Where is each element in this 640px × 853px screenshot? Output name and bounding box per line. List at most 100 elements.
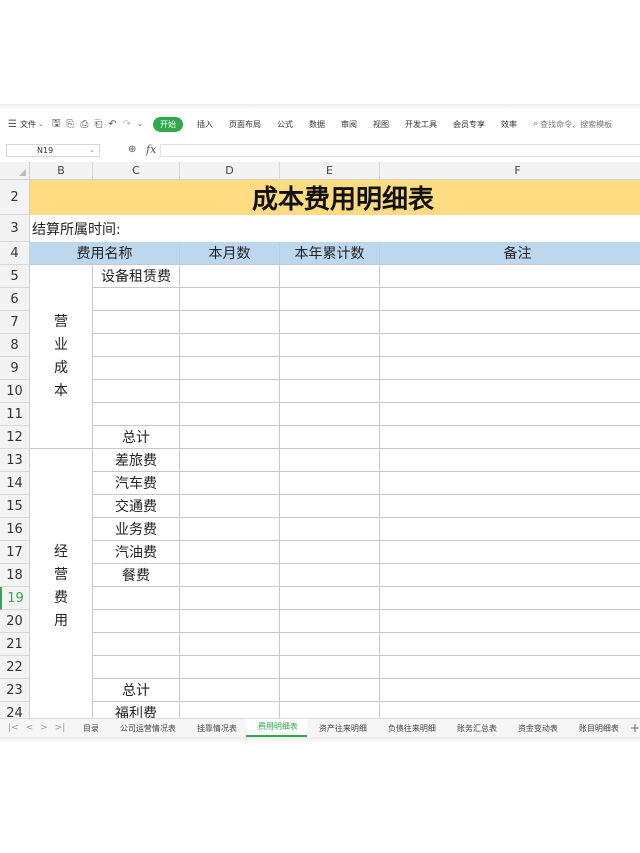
- sheet-tab[interactable]: 费用明细表: [245, 719, 307, 737]
- sheet-tab[interactable]: 资金变动表: [506, 723, 567, 734]
- item-name-cell[interactable]: [93, 380, 180, 403]
- ytd-value-cell[interactable]: [280, 495, 380, 518]
- ytd-value-cell[interactable]: [280, 587, 380, 610]
- ytd-value-cell[interactable]: [280, 679, 380, 702]
- formula-input[interactable]: [160, 144, 640, 157]
- ribbon-tab[interactable]: 插入: [189, 119, 221, 130]
- month-value-cell[interactable]: [180, 633, 280, 656]
- header-name[interactable]: 费用名称: [30, 242, 180, 265]
- more-icon[interactable]: ⌄: [137, 120, 143, 128]
- note-cell[interactable]: [380, 587, 640, 610]
- ytd-value-cell[interactable]: [280, 633, 380, 656]
- row-header[interactable]: 15: [0, 495, 30, 518]
- item-name-cell[interactable]: 餐费: [93, 564, 180, 587]
- month-value-cell[interactable]: [180, 380, 280, 403]
- row-header[interactable]: 18: [0, 564, 30, 587]
- note-cell[interactable]: [380, 403, 640, 426]
- row-header[interactable]: 13: [0, 449, 30, 472]
- ytd-value-cell[interactable]: [280, 265, 380, 288]
- item-name-cell[interactable]: [93, 403, 180, 426]
- ribbon-tab[interactable]: 审阅: [333, 119, 365, 130]
- item-name-cell[interactable]: [93, 311, 180, 334]
- redo-icon[interactable]: ↷: [123, 119, 131, 130]
- ytd-value-cell[interactable]: [280, 403, 380, 426]
- ribbon-tab[interactable]: 开发工具: [397, 119, 445, 130]
- ytd-value-cell[interactable]: [280, 541, 380, 564]
- note-cell[interactable]: [380, 357, 640, 380]
- add-sheet-icon[interactable]: +: [630, 721, 640, 735]
- column-header[interactable]: E: [280, 162, 380, 180]
- row-header[interactable]: 19: [0, 587, 30, 610]
- ribbon-tab[interactable]: 效率: [493, 119, 525, 130]
- ytd-value-cell[interactable]: [280, 288, 380, 311]
- row-header[interactable]: 3: [0, 215, 30, 242]
- name-box[interactable]: N19 ⌄: [6, 144, 100, 157]
- row-header[interactable]: 12: [0, 426, 30, 449]
- ribbon-tab[interactable]: 数据: [301, 119, 333, 130]
- item-name-cell[interactable]: [93, 587, 180, 610]
- item-name-cell[interactable]: [93, 656, 180, 679]
- note-cell[interactable]: [380, 334, 640, 357]
- month-value-cell[interactable]: [180, 265, 280, 288]
- month-value-cell[interactable]: [180, 334, 280, 357]
- item-name-cell[interactable]: 差旅费: [93, 449, 180, 472]
- note-cell[interactable]: [380, 472, 640, 495]
- save-icon[interactable]: 🖫: [52, 116, 61, 133]
- note-cell[interactable]: [380, 633, 640, 656]
- item-name-cell[interactable]: [93, 633, 180, 656]
- column-header[interactable]: C: [93, 162, 180, 180]
- item-name-cell[interactable]: [93, 288, 180, 311]
- ribbon-tab[interactable]: 视图: [365, 119, 397, 130]
- column-header[interactable]: B: [30, 162, 93, 180]
- sheet-tab[interactable]: 目录: [71, 723, 108, 734]
- note-cell[interactable]: [380, 541, 640, 564]
- next-sheet-icon[interactable]: >: [40, 723, 48, 733]
- ytd-value-cell[interactable]: [280, 334, 380, 357]
- sheet-title[interactable]: 成本费用明细表: [30, 180, 640, 215]
- undo-icon[interactable]: ↶: [108, 119, 116, 130]
- item-name-cell[interactable]: 总计: [93, 679, 180, 702]
- last-sheet-icon[interactable]: >|: [55, 723, 66, 733]
- month-value-cell[interactable]: [180, 311, 280, 334]
- ytd-value-cell[interactable]: [280, 564, 380, 587]
- ytd-value-cell[interactable]: [280, 472, 380, 495]
- row-header[interactable]: 17: [0, 541, 30, 564]
- row-header[interactable]: 10: [0, 380, 30, 403]
- item-name-cell[interactable]: 总计: [93, 426, 180, 449]
- row-header[interactable]: 5: [0, 265, 30, 288]
- preview-icon[interactable]: ⎗: [94, 119, 102, 130]
- note-cell[interactable]: [380, 288, 640, 311]
- row-header[interactable]: 4: [0, 242, 30, 265]
- header-month[interactable]: 本月数: [180, 242, 280, 265]
- item-name-cell[interactable]: [93, 610, 180, 633]
- sheet-tab[interactable]: 账目明细表: [567, 723, 628, 734]
- month-value-cell[interactable]: [180, 518, 280, 541]
- note-cell[interactable]: [380, 426, 640, 449]
- month-value-cell[interactable]: [180, 564, 280, 587]
- zoom-icon[interactable]: ⊕: [128, 144, 136, 155]
- month-value-cell[interactable]: [180, 541, 280, 564]
- month-value-cell[interactable]: [180, 702, 280, 718]
- row-header[interactable]: 6: [0, 288, 30, 311]
- note-cell[interactable]: [380, 679, 640, 702]
- row-header[interactable]: 9: [0, 357, 30, 380]
- month-value-cell[interactable]: [180, 472, 280, 495]
- ribbon-tab[interactable]: 开始: [153, 116, 184, 132]
- ytd-value-cell[interactable]: [280, 380, 380, 403]
- note-cell[interactable]: [380, 495, 640, 518]
- note-cell[interactable]: [380, 311, 640, 334]
- note-cell[interactable]: [380, 518, 640, 541]
- note-cell[interactable]: [380, 610, 640, 633]
- month-value-cell[interactable]: [180, 357, 280, 380]
- note-cell[interactable]: [380, 380, 640, 403]
- row-header[interactable]: 8: [0, 334, 30, 357]
- month-value-cell[interactable]: [180, 426, 280, 449]
- row-header[interactable]: 20: [0, 610, 30, 633]
- prev-sheet-icon[interactable]: <: [26, 723, 34, 733]
- note-cell[interactable]: [380, 656, 640, 679]
- note-cell[interactable]: [380, 265, 640, 288]
- sheet-tab[interactable]: 负债往来明细: [376, 723, 445, 734]
- item-name-cell[interactable]: 福利费: [93, 702, 180, 718]
- export-icon[interactable]: ⎘: [66, 119, 74, 130]
- group-label[interactable]: 营业成本: [30, 265, 93, 449]
